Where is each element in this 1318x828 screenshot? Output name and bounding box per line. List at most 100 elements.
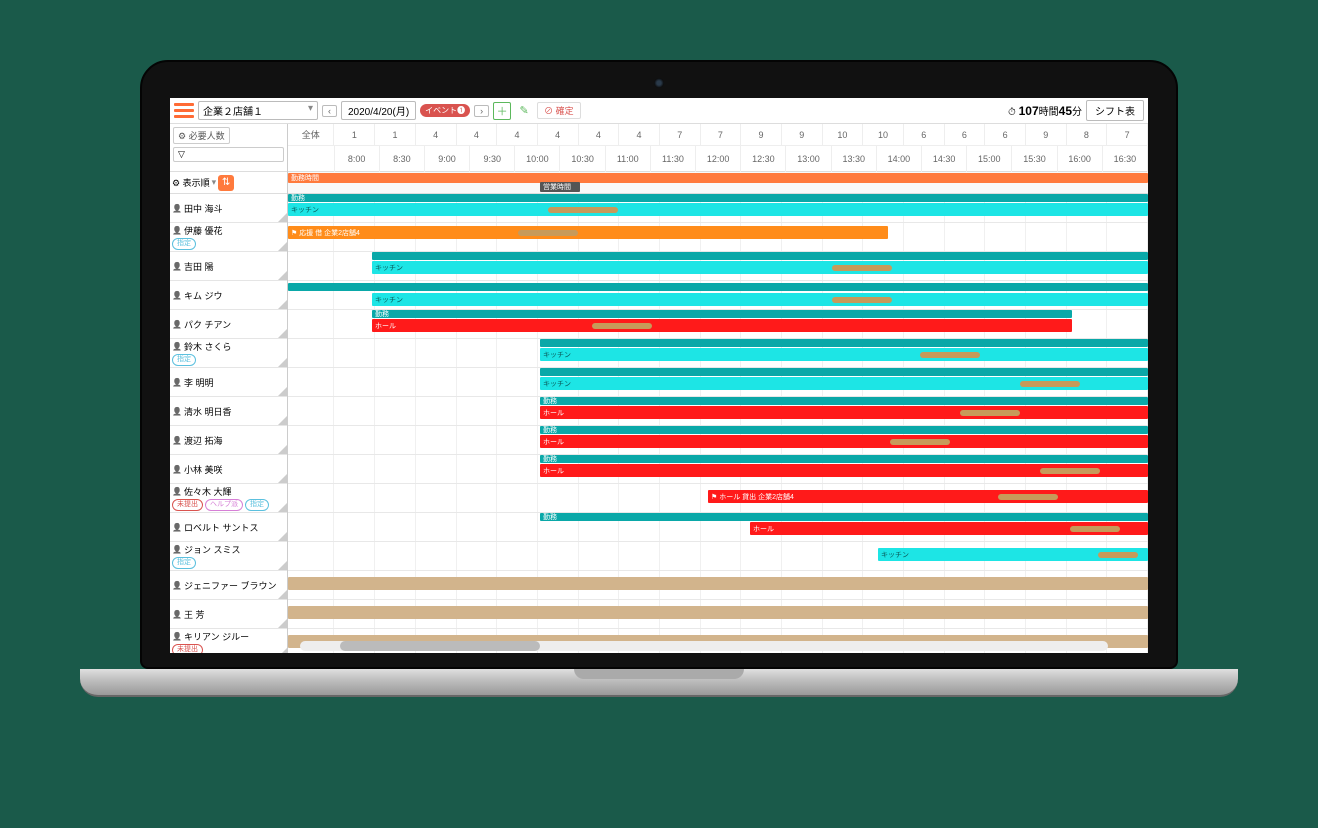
break-pill [548,207,618,213]
shift-bar[interactable] [288,577,1148,590]
shift-bar[interactable] [372,252,1148,260]
edit-icon[interactable] [278,590,287,599]
timeline-row[interactable]: 勤務ホール [288,310,1148,339]
shift-bar[interactable]: ⚑ ホール 貸出 企業2店舗4 [708,490,1148,503]
employee-row[interactable]: 李 明明 [170,368,287,397]
timeline-row[interactable] [288,571,1148,600]
shift-bar[interactable]: 勤務 [288,194,1148,202]
shift-bar[interactable]: ホール [750,522,1148,535]
timeline-row[interactable]: 勤務ホール [288,455,1148,484]
edit-icon[interactable] [278,329,287,338]
timeline-row[interactable]: 勤務キッチン [288,194,1148,223]
employee-name: 佐々木 大輝 [172,485,285,498]
headcount-cell: 6 [904,124,945,145]
edit-icon[interactable] [278,445,287,454]
edit-icon[interactable] [278,213,287,222]
shift-bar[interactable]: 勤務 [372,310,1072,318]
shift-bar[interactable]: 勤務 [540,455,1148,463]
shift-view-button[interactable]: シフト表 [1086,100,1144,121]
shift-bar[interactable]: キッチン [288,203,1148,216]
headcount-cell: 1 [334,124,375,145]
add-icon[interactable]: ＋ [493,102,511,120]
employee-row[interactable]: 吉田 陽 [170,252,287,281]
employee-row[interactable]: 王 芳 [170,600,287,629]
employee-row[interactable]: 鈴木 さくら指定 [170,339,287,368]
timeline-row[interactable]: 勤務ホール [288,426,1148,455]
shift-bar[interactable]: 勤務 [540,426,1148,434]
timeline-row[interactable]: キッチン [288,542,1148,571]
timeline-row[interactable]: キッチン [288,339,1148,368]
employee-name: 伊藤 優花 [172,224,285,237]
shift-bar[interactable]: ホール [540,406,1148,419]
date-picker[interactable]: 2020/4/20(月) [341,101,416,120]
employee-row[interactable]: 佐々木 大輝未提出ヘルプ派指定 [170,484,287,513]
time-label: 10:00 [515,146,560,172]
timeline-row[interactable]: ⚑ ホール 貸出 企業2店舗4 [288,484,1148,513]
timeline-row[interactable] [288,600,1148,629]
break-pill [1098,552,1138,558]
shift-bar[interactable]: ホール [540,435,1148,448]
timeline: 全体1144444477991010666987 8:008:309:009:3… [288,124,1148,653]
next-day-button[interactable]: › [474,105,489,117]
all-column-label: 全体 [288,124,334,145]
timeline-row[interactable]: キッチン [288,368,1148,397]
shift-bar[interactable]: キッチン [372,261,1148,274]
employee-row[interactable]: ジェニファー ブラウン [170,571,287,600]
filter-button[interactable]: ▽ [173,147,284,162]
employee-name: 王 芳 [172,608,285,621]
prev-day-button[interactable]: ‹ [322,105,337,117]
employee-row[interactable]: 田中 海斗 [170,194,287,223]
edit-icon[interactable] [278,300,287,309]
shift-bar[interactable] [540,339,1148,347]
shift-bar[interactable] [288,606,1148,619]
shift-bar[interactable]: キッチン [540,377,1148,390]
employee-name: 吉田 陽 [172,260,285,273]
shift-bar[interactable]: ホール [540,464,1148,477]
employee-row[interactable]: キリアン ジルー未提出 [170,629,287,653]
edit-icon[interactable] [278,503,287,512]
timeline-row[interactable]: ⚑ 応援 借 企業2店舗4 [288,223,1148,252]
sort-button[interactable]: ⇅ [218,175,234,191]
edit-icon[interactable] [278,271,287,280]
employee-row[interactable]: ジョン スミス指定 [170,542,287,571]
employee-row[interactable]: 清水 明日香 [170,397,287,426]
shift-bar[interactable] [540,368,1148,376]
time-label: 9:30 [470,146,515,172]
confirm-button[interactable]: ⊘ 確定 [537,102,581,119]
shift-bar[interactable]: ⚑ 応援 借 企業2店舗4 [288,226,888,239]
edit-icon[interactable] [278,242,287,251]
shift-bar[interactable]: キッチン [372,293,1148,306]
timeline-row[interactable]: キッチン [288,281,1148,310]
employee-row[interactable]: パク チアン [170,310,287,339]
edit-icon[interactable] [278,532,287,541]
edit-icon[interactable] [278,387,287,396]
menu-icon[interactable] [174,103,194,118]
store-select[interactable]: 企業２店舗１ [198,101,318,120]
edit-icon[interactable] [278,648,287,653]
edit-icon[interactable] [278,561,287,570]
employee-row[interactable]: キム ジウ [170,281,287,310]
edit-icon[interactable] [278,474,287,483]
timeline-row[interactable]: キッチン [288,252,1148,281]
shift-bar[interactable]: キッチン [540,348,1148,361]
employee-name: パク チアン [172,318,285,331]
shift-bar[interactable] [288,283,1148,291]
employee-row[interactable]: 伊藤 優花指定 [170,223,287,252]
timeline-row[interactable]: 勤務ホール [288,397,1148,426]
shift-bar[interactable]: 勤務 [540,513,1148,521]
headcount-cell: 4 [497,124,538,145]
edit-icon[interactable] [278,358,287,367]
edit-icon[interactable] [278,416,287,425]
headcount-cell: 4 [579,124,620,145]
shift-bar[interactable]: 勤務 [540,397,1148,405]
edit-icon[interactable]: ✎ [515,102,533,120]
horizontal-scrollbar[interactable] [300,641,1108,651]
employee-row[interactable]: ロベルト サントス [170,513,287,542]
employee-row[interactable]: 小林 美咲 [170,455,287,484]
employee-row[interactable]: 渡辺 拓海 [170,426,287,455]
break-pill [920,352,980,358]
timeline-row[interactable]: 勤務ホール [288,513,1148,542]
shift-bar[interactable]: キッチン [878,548,1148,561]
shift-bar[interactable]: ホール [372,319,1072,332]
edit-icon[interactable] [278,619,287,628]
